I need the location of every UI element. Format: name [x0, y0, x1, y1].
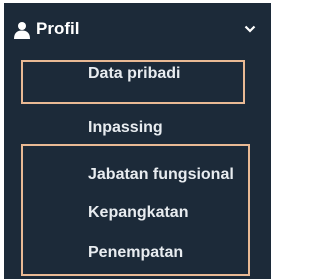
menu-item-jabatan-fungsional[interactable]: Jabatan fungsional	[88, 165, 234, 185]
sidebar-menu: Profil Data pribadi Inpassing Jabatan fu…	[4, 3, 271, 279]
menu-header-label: Profil	[36, 19, 80, 38]
chevron-down-icon[interactable]	[244, 24, 256, 34]
menu-item-kepangkatan[interactable]: Kepangkatan	[88, 203, 188, 223]
menu-item-penempatan[interactable]: Penempatan	[88, 243, 183, 263]
menu-item-inpassing[interactable]: Inpassing	[88, 118, 163, 138]
menu-item-data-pribadi[interactable]: Data pribadi	[88, 64, 180, 84]
menu-header-profil[interactable]: Profil	[4, 3, 271, 55]
user-icon	[14, 22, 30, 39]
